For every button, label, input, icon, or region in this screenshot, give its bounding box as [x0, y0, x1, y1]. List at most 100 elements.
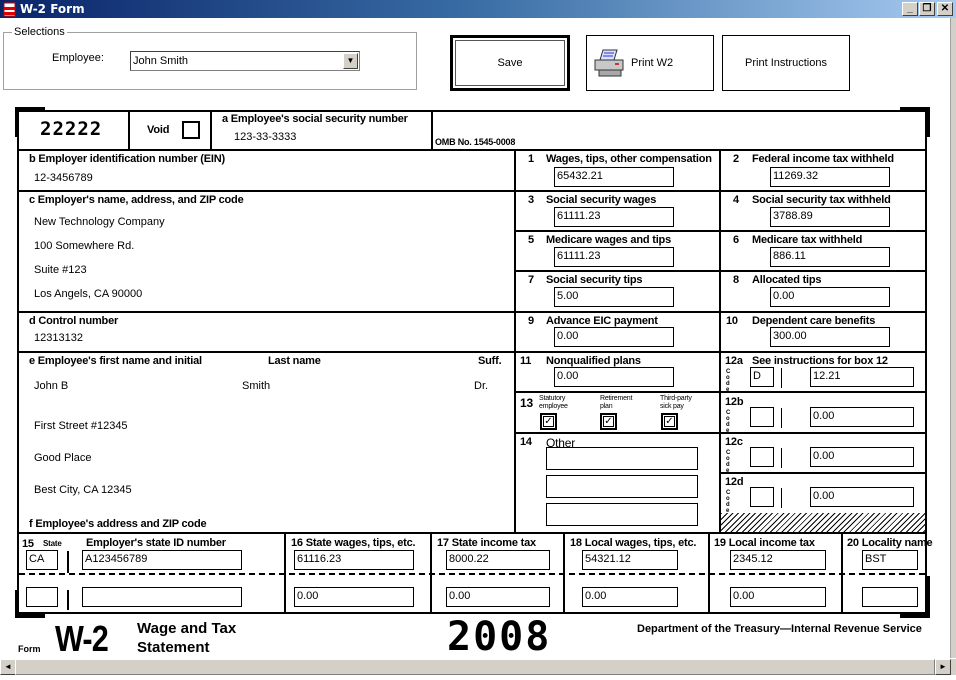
- employee-last-name[interactable]: Smith: [242, 380, 270, 392]
- box11-input[interactable]: 0.00: [554, 367, 674, 387]
- local-wages-2[interactable]: 0.00: [582, 587, 678, 607]
- employer-city-state-zip[interactable]: Los Angels, CA 90000: [34, 288, 142, 300]
- state-id-2[interactable]: [82, 587, 242, 607]
- box20-label: 20 Locality name: [847, 537, 933, 549]
- check-icon: ✓: [543, 416, 554, 427]
- save-button-label: Save: [497, 57, 523, 69]
- employee-address-label: f Employee's address and ZIP code: [29, 518, 207, 530]
- scroll-right-icon[interactable]: ►: [935, 659, 951, 675]
- box6-input[interactable]: 886.11: [770, 247, 890, 267]
- print-instructions-label: Print Instructions: [745, 57, 827, 69]
- box12d-amount[interactable]: 0.00: [810, 487, 914, 507]
- box14-input-3[interactable]: [546, 503, 698, 526]
- box12a-num: 12a: [725, 355, 743, 367]
- ein-label: b Employer identification number (EIN): [29, 153, 225, 165]
- print-instructions-button[interactable]: Print Instructions: [722, 35, 850, 91]
- locality-name-1[interactable]: BST: [862, 550, 918, 570]
- state-code-2[interactable]: [26, 587, 58, 607]
- box4-input[interactable]: 3788.89: [770, 207, 890, 227]
- void-label: Void: [147, 124, 170, 136]
- close-button[interactable]: ✕: [937, 2, 953, 16]
- sickpay-label-2: sick pay: [660, 403, 684, 410]
- box1-label: Wages, tips, other compensation: [546, 153, 712, 165]
- void-checkbox[interactable]: [182, 121, 200, 139]
- local-tax-1[interactable]: 2345.12: [730, 550, 826, 570]
- box1-input[interactable]: 65432.21: [554, 167, 674, 187]
- box9-num: 9: [528, 315, 534, 327]
- box9-label: Advance EIC payment: [546, 315, 658, 327]
- box4-num: 4: [733, 194, 739, 206]
- box15-id-label: Employer's state ID number: [86, 537, 226, 549]
- restore-button[interactable]: ❐: [919, 2, 935, 16]
- horizontal-scrollbar[interactable]: ◄ ►: [0, 658, 956, 675]
- local-tax-2[interactable]: 0.00: [730, 587, 826, 607]
- box12d-code[interactable]: [750, 487, 774, 507]
- box12c-amount[interactable]: 0.00: [810, 447, 914, 467]
- form-title-line-1: Wage and Tax: [137, 620, 237, 637]
- state-id-1[interactable]: A123456789: [82, 550, 242, 570]
- box8-input[interactable]: 0.00: [770, 287, 890, 307]
- third-party-sick-pay-checkbox[interactable]: ✓: [661, 413, 678, 430]
- window-right-edge: [950, 18, 956, 658]
- scrollbar-thumb[interactable]: [15, 659, 935, 675]
- ein-value[interactable]: 12-3456789: [34, 172, 93, 184]
- retirement-plan-checkbox[interactable]: ✓: [600, 413, 617, 430]
- box5-num: 5: [528, 234, 534, 246]
- box7-input[interactable]: 5.00: [554, 287, 674, 307]
- box12b-code[interactable]: [750, 407, 774, 427]
- save-button[interactable]: Save: [450, 35, 570, 91]
- check-icon: ✓: [603, 416, 614, 427]
- employee-address-line-2[interactable]: Good Place: [34, 452, 91, 464]
- employer-name[interactable]: New Technology Company: [34, 216, 165, 228]
- box12c-code[interactable]: [750, 447, 774, 467]
- employer-address-line-2[interactable]: Suite #123: [34, 264, 87, 276]
- state-code-1[interactable]: CA: [26, 550, 58, 570]
- minimize-button[interactable]: _: [902, 2, 918, 16]
- box5-input[interactable]: 61111.23: [554, 247, 674, 267]
- dropdown-arrow-icon[interactable]: ▼: [343, 53, 358, 69]
- employee-suffix[interactable]: Dr.: [474, 380, 488, 392]
- box10-num: 10: [726, 315, 738, 327]
- box12b-amount[interactable]: 0.00: [810, 407, 914, 427]
- box12c-num: 12c: [725, 436, 743, 448]
- state-wages-2[interactable]: 0.00: [294, 587, 414, 607]
- shaded-area: [721, 513, 925, 532]
- ssn-value[interactable]: 123-33-3333: [234, 131, 296, 143]
- box2-input[interactable]: 11269.32: [770, 167, 890, 187]
- locality-name-2[interactable]: [862, 587, 918, 607]
- box14-num: 14: [520, 436, 532, 448]
- employer-address-line-1[interactable]: 100 Somewhere Rd.: [34, 240, 134, 252]
- box14-input-2[interactable]: [546, 475, 698, 498]
- state-wages-1[interactable]: 61116.23: [294, 550, 414, 570]
- box3-input[interactable]: 61111.23: [554, 207, 674, 227]
- employee-city-state-zip[interactable]: Best City, CA 12345: [34, 484, 132, 496]
- selections-legend: Selections: [12, 26, 67, 38]
- control-number-value[interactable]: 12313132: [34, 332, 83, 344]
- employee-first-name[interactable]: John B: [34, 380, 68, 392]
- print-w2-button[interactable]: Print W2: [586, 35, 714, 91]
- employee-address-line-1[interactable]: First Street #12345: [34, 420, 128, 432]
- statutory-employee-checkbox[interactable]: ✓: [540, 413, 557, 430]
- statutory-label-2: employee: [539, 403, 568, 410]
- box12a-code-caption: Code: [726, 369, 731, 393]
- state-tax-1[interactable]: 8000.22: [446, 550, 550, 570]
- box12a-amount[interactable]: 12.21: [810, 367, 914, 387]
- box10-label: Dependent care benefits: [752, 315, 876, 327]
- box9-input[interactable]: 0.00: [554, 327, 674, 347]
- box10-input[interactable]: 300.00: [770, 327, 890, 347]
- box14-input-1[interactable]: [546, 447, 698, 470]
- scroll-left-icon[interactable]: ◄: [0, 659, 16, 675]
- local-wages-1[interactable]: 54321.12: [582, 550, 678, 570]
- print-w2-label: Print W2: [631, 57, 674, 69]
- state-tax-2[interactable]: 0.00: [446, 587, 550, 607]
- box15-state-label: State: [43, 539, 62, 548]
- employee-first-name-label: e Employee's first name and initial: [29, 355, 202, 367]
- box1-num: 1: [528, 153, 534, 165]
- box12b-num: 12b: [725, 396, 744, 408]
- box7-label: Social security tips: [546, 274, 643, 286]
- employee-select[interactable]: John Smith ▼: [130, 51, 360, 71]
- box2-label: Federal income tax withheld: [752, 153, 894, 165]
- form-name: W-2: [55, 618, 109, 659]
- app-icon: [3, 2, 16, 17]
- box12a-code[interactable]: D: [750, 367, 774, 387]
